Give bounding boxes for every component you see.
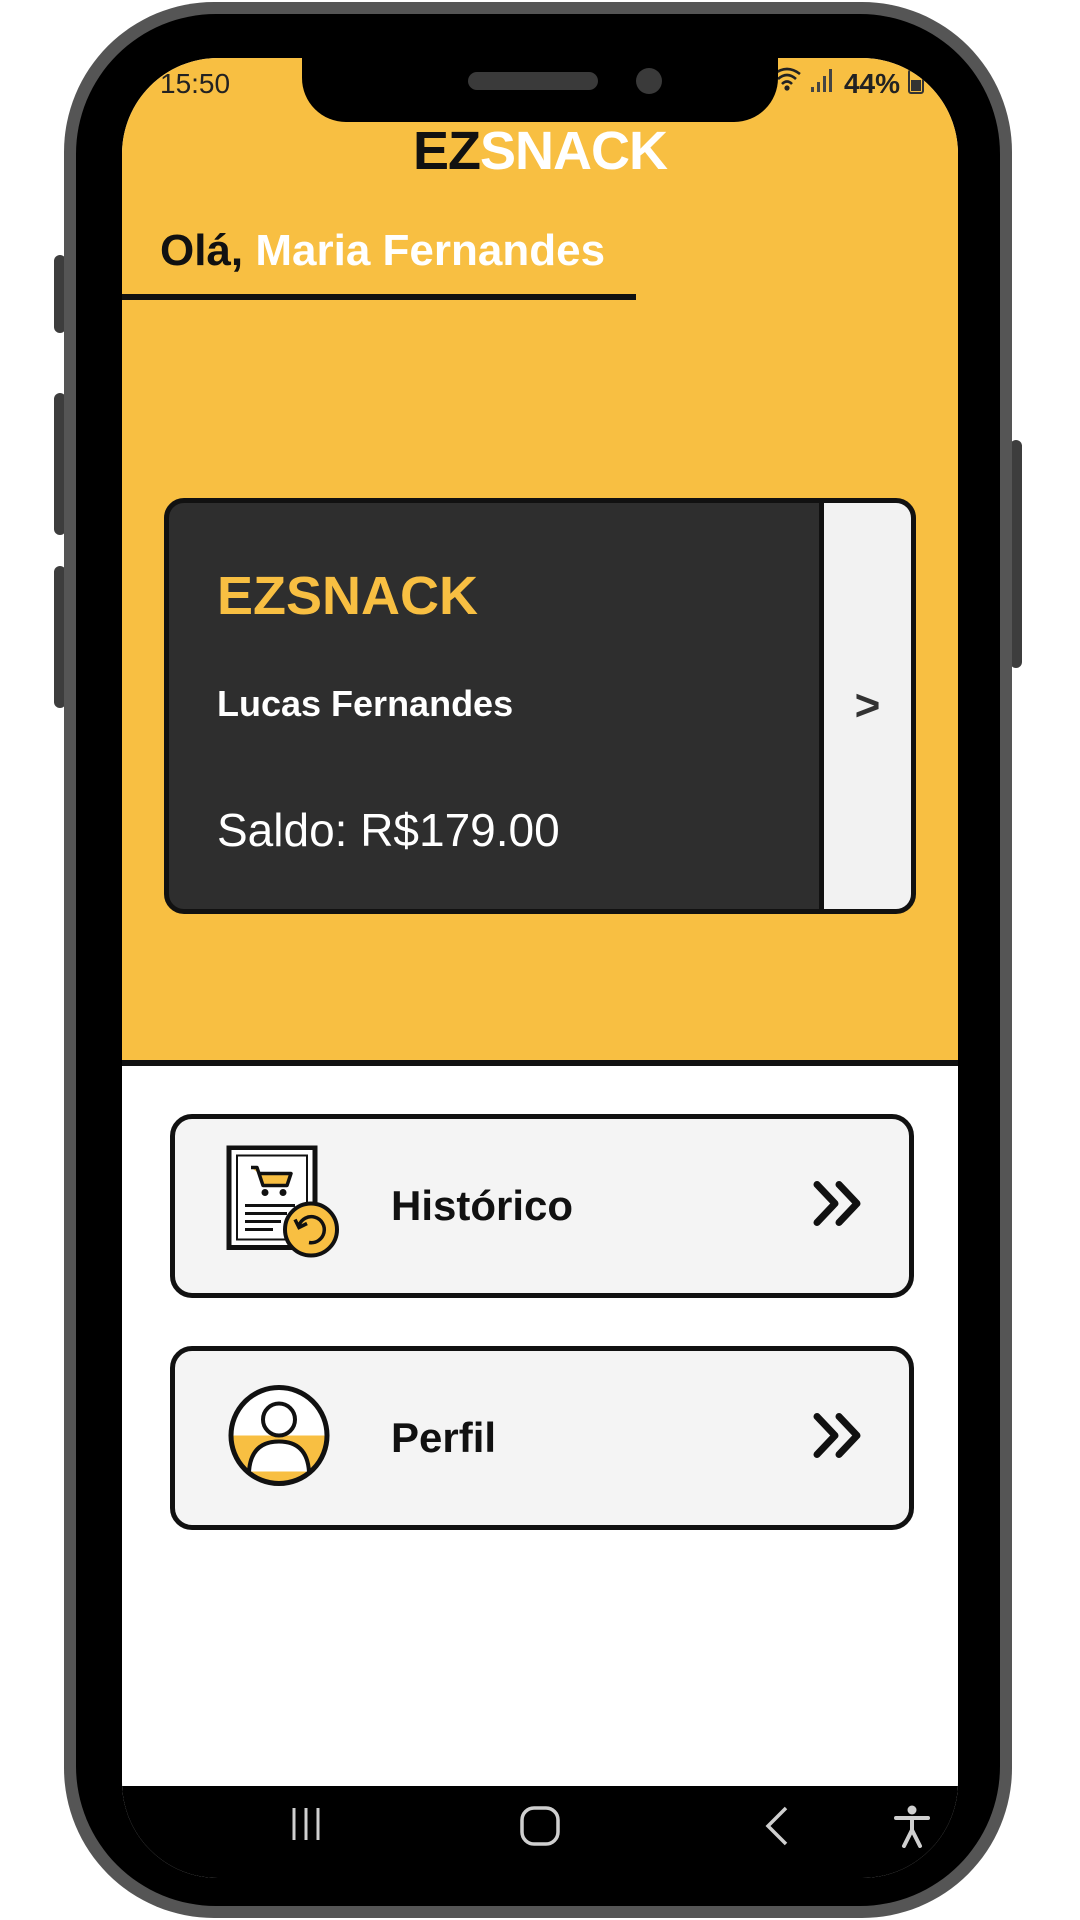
app-logo: EZSNACK — [122, 120, 958, 182]
device-mockup: 15:50 44% EZSNACK Olá, Maria Fernandes E… — [0, 0, 1080, 1920]
double-chevron-right-icon — [813, 1181, 863, 1232]
battery-icon — [908, 66, 924, 101]
greeting-underline — [122, 294, 636, 300]
greeting-hello: Olá, — [160, 226, 244, 275]
earpiece-speaker — [468, 72, 598, 90]
profile-user-icon — [225, 1382, 333, 1495]
home-icon[interactable] — [518, 1804, 562, 1853]
signal-icon — [810, 67, 836, 100]
card-brand: EZSNACK — [217, 566, 479, 626]
status-time: 15:50 — [160, 68, 231, 99]
recent-apps-icon[interactable] — [286, 1804, 326, 1849]
history-label: Histórico — [391, 1182, 574, 1229]
greeting-user-name: Maria Fernandes — [255, 226, 606, 275]
battery-level: 44% — [843, 67, 900, 99]
app-screen: 15:50 44% EZSNACK Olá, Maria Fernandes E… — [122, 58, 958, 1878]
front-camera — [636, 68, 662, 94]
profile-label: Perfil — [391, 1414, 497, 1461]
logo-part-ez: EZ — [412, 121, 481, 181]
card-next-button[interactable]: > — [819, 503, 911, 909]
notch — [302, 58, 778, 122]
profile-button[interactable]: Perfil — [170, 1346, 914, 1530]
card-arrow: > — [854, 681, 881, 730]
card-holder-name: Lucas Fernandes — [217, 683, 514, 724]
accessibility-icon[interactable] — [892, 1804, 932, 1853]
system-nav-bar — [122, 1786, 958, 1878]
greeting: Olá, Maria Fernandes — [160, 226, 605, 276]
header-divider — [122, 1060, 958, 1066]
history-receipt-icon — [225, 1145, 341, 1267]
balance-card[interactable]: EZSNACK Lucas Fernandes Saldo: R$179.00 … — [164, 498, 916, 914]
logo-part-snack: SNACK — [480, 121, 668, 181]
card-balance: Saldo: R$179.00 — [217, 804, 560, 856]
status-indicators: 44% — [772, 66, 924, 101]
back-icon[interactable] — [762, 1804, 792, 1853]
double-chevron-right-icon — [813, 1413, 863, 1464]
history-button[interactable]: Histórico — [170, 1114, 914, 1298]
